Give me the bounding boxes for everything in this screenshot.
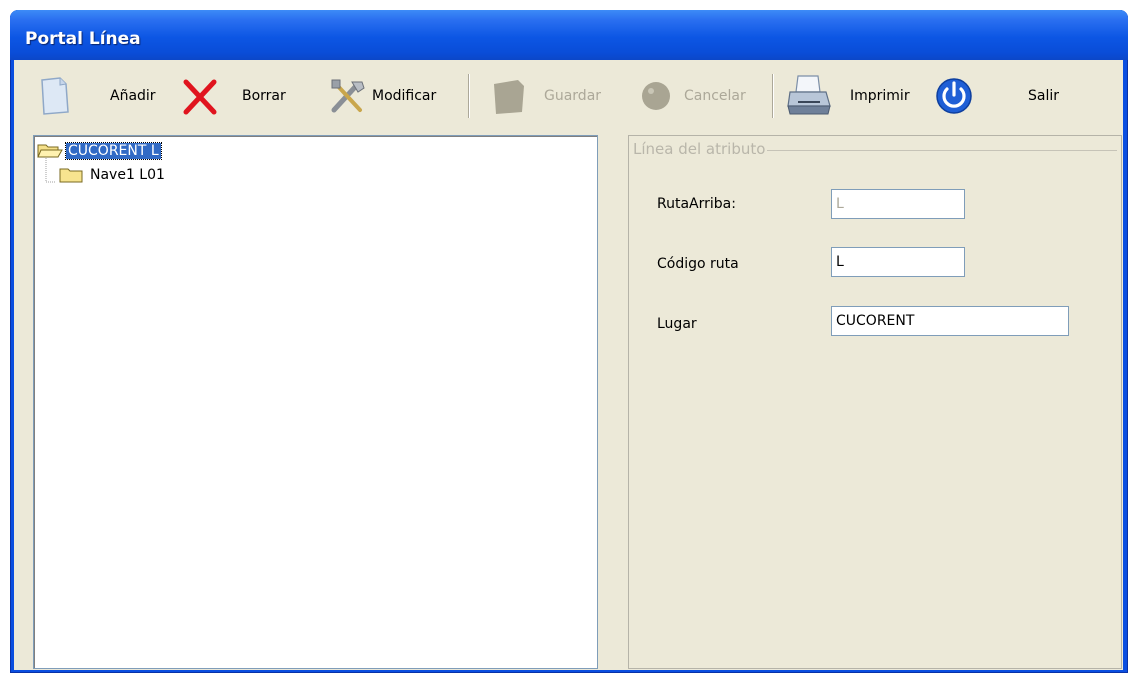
exit-label: Salir xyxy=(1028,88,1060,104)
cancel-button[interactable]: Cancelar xyxy=(638,72,746,120)
folder-icon xyxy=(59,168,83,183)
group-title: Línea del atributo xyxy=(631,140,768,158)
lugar-label: Lugar xyxy=(657,316,697,332)
window-title: Portal Línea xyxy=(25,29,141,49)
toolbar: Añadir Borrar Modificar Guardar Cancelar… xyxy=(14,60,1123,132)
delete-x-icon xyxy=(183,79,217,115)
client-area: Añadir Borrar Modificar Guardar Cancelar… xyxy=(14,60,1123,670)
delete-label: Borrar xyxy=(242,88,286,104)
lugar-input[interactable] xyxy=(831,306,1069,336)
ruta-arriba-input[interactable] xyxy=(831,189,965,219)
cancel-label: Cancelar xyxy=(684,88,746,104)
modify-button[interactable]: Modificar xyxy=(326,72,436,120)
modify-label: Modificar xyxy=(372,88,437,104)
attributes-panel: Línea del atributo RutaArriba: Código ru… xyxy=(628,135,1122,669)
save-disk-icon xyxy=(494,80,524,114)
delete-button[interactable]: Borrar xyxy=(180,72,286,120)
print-label: Imprimir xyxy=(850,88,910,104)
codigo-ruta-label: Código ruta xyxy=(657,256,739,272)
tree-node-child[interactable]: Nave1 L01 xyxy=(58,164,167,186)
tree-node-child-label: Nave1 L01 xyxy=(90,167,165,183)
new-document-icon xyxy=(41,77,69,115)
printer-icon xyxy=(787,75,831,115)
toolbar-separator xyxy=(772,74,773,118)
open-folder-icon xyxy=(37,144,63,158)
toolbar-separator xyxy=(468,74,469,118)
tree-node-root-label: CUCORENT L xyxy=(65,142,162,160)
print-button[interactable]: Imprimir xyxy=(784,72,910,120)
cancel-icon xyxy=(642,82,670,110)
save-button[interactable]: Guardar xyxy=(488,72,601,120)
ruta-arriba-label: RutaArriba: xyxy=(657,196,736,212)
power-icon xyxy=(936,78,972,114)
tree-view[interactable]: CUCORENT L Nave1 L01 xyxy=(33,135,598,669)
app-window: Portal Línea Añadir Borrar Modificar Gua… xyxy=(10,10,1128,673)
tree-node-root[interactable]: CUCORENT L xyxy=(36,140,162,162)
save-label: Guardar xyxy=(544,88,602,104)
add-button[interactable]: Añadir xyxy=(34,72,156,120)
title-bar[interactable]: Portal Línea xyxy=(10,10,1128,60)
exit-button[interactable]: Salir xyxy=(934,72,1059,120)
codigo-ruta-input[interactable] xyxy=(831,247,965,277)
add-label: Añadir xyxy=(110,88,156,104)
tools-icon xyxy=(331,79,365,113)
